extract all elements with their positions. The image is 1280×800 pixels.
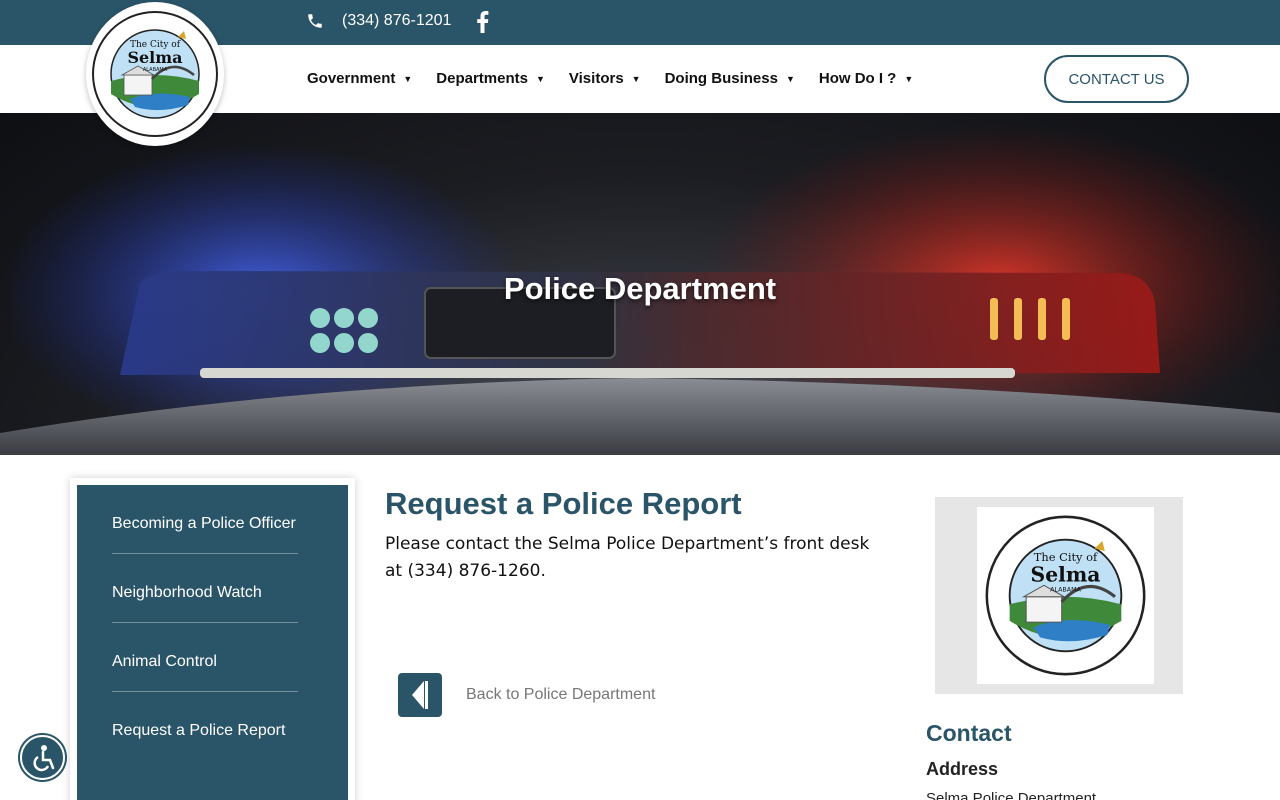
phone-link[interactable]: (334) 876-1201	[306, 12, 451, 30]
sidebar-menu: Becoming a Police Officer Neighborhood W…	[77, 485, 348, 800]
arrow-left-icon	[412, 681, 428, 709]
sidebar-item-police-report[interactable]: Request a Police Report	[112, 692, 298, 761]
back-link-label[interactable]: Back to Police Department	[466, 686, 655, 704]
sidebar-item-becoming-officer[interactable]: Becoming a Police Officer	[112, 485, 298, 554]
nav-label: Visitors	[568, 70, 624, 87]
city-logo[interactable]: The City of Selma ALABAMA	[86, 2, 224, 146]
phone-icon	[308, 14, 322, 28]
svg-text:ALABAMA: ALABAMA	[1050, 587, 1081, 594]
hero-banner: Police Department	[0, 113, 1280, 455]
nav-how-do-i[interactable]: How Do I ? ▼	[819, 70, 913, 87]
caret-down-icon: ▼	[904, 73, 914, 84]
facebook-icon[interactable]	[474, 11, 490, 33]
contact-us-button[interactable]: CONTACT US	[1044, 55, 1189, 103]
caret-down-icon: ▼	[403, 73, 413, 84]
city-seal-icon: The City of Selma ALABAMA	[92, 11, 218, 137]
address-line: Selma Police Department	[926, 790, 1097, 800]
phone-number: (334) 876-1201	[342, 12, 452, 29]
nav-label: Government	[307, 70, 396, 87]
svg-text:Selma: Selma	[127, 48, 182, 67]
svg-text:ALABAMA: ALABAMA	[143, 67, 168, 73]
page-title: Police Department	[503, 271, 777, 306]
sidebar-item-animal-control[interactable]: Animal Control	[112, 623, 298, 692]
nav-government[interactable]: Government ▼	[307, 70, 412, 87]
sidebar-panel: Becoming a Police Officer Neighborhood W…	[70, 478, 355, 800]
caret-down-icon: ▼	[785, 73, 795, 84]
address-heading: Address	[926, 759, 999, 779]
city-seal-icon: The City of Selma ALABAMA	[985, 515, 1146, 676]
nav-departments[interactable]: Departments ▼	[436, 70, 545, 87]
back-button[interactable]	[398, 673, 442, 717]
nav-label: How Do I ?	[818, 70, 897, 87]
content-heading: Request a Police Report	[385, 486, 742, 521]
nav-doing-business[interactable]: Doing Business ▼	[665, 70, 795, 87]
department-seal-box: The City of Selma ALABAMA	[935, 497, 1183, 694]
caret-down-icon: ▼	[631, 73, 641, 84]
back-link[interactable]: Back to Police Department	[398, 673, 655, 717]
main-nav: Government ▼ Departments ▼ Visitors ▼ Doing…	[307, 70, 937, 87]
seal-image: The City of Selma ALABAMA	[977, 507, 1154, 684]
nav-visitors[interactable]: Visitors ▼	[569, 70, 641, 87]
accessibility-icon	[32, 744, 54, 771]
sidebar-item-neighborhood-watch[interactable]: Neighborhood Watch	[112, 554, 298, 623]
svg-text:Selma: Selma	[1031, 563, 1101, 587]
contact-heading: Contact	[926, 720, 1012, 746]
content-text: Please contact the Selma Police Departme…	[385, 534, 870, 581]
accessibility-button[interactable]	[20, 735, 65, 780]
nav-label: Departments	[436, 70, 528, 87]
caret-down-icon: ▼	[535, 73, 545, 84]
nav-label: Doing Business	[664, 70, 778, 87]
